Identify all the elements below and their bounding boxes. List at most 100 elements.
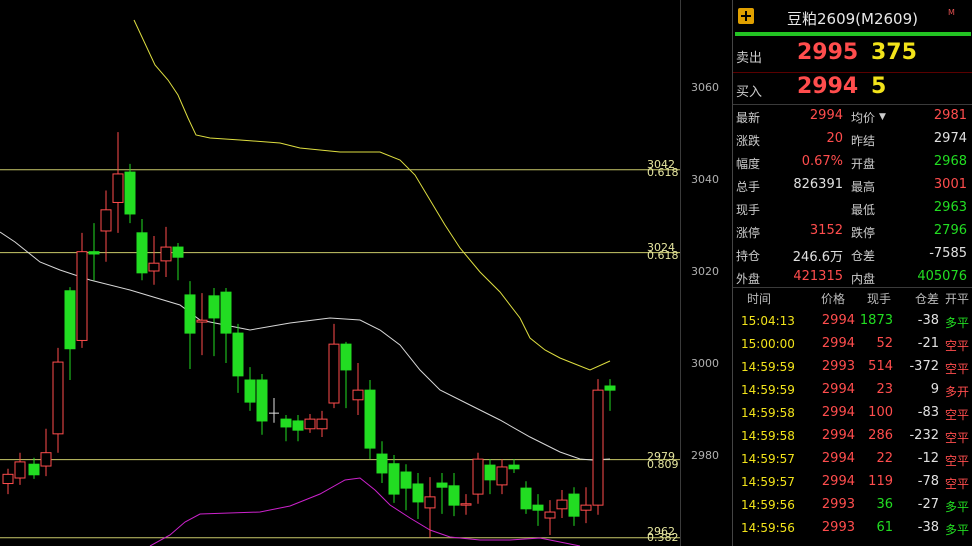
candle-up	[100, 209, 112, 232]
tick-change: -83	[917, 405, 939, 420]
ticks-header-type: 开平	[945, 292, 970, 306]
chart-canvas[interactable]: 30420.61830240.61829790.80929620.382	[0, 0, 680, 546]
ticks-header-price: 价格	[821, 292, 846, 306]
fib-ratio-label: 0.618	[647, 166, 679, 179]
buy-price[interactable]: 2994	[797, 74, 858, 99]
candle-up	[472, 458, 484, 495]
tick-time: 14:59:58	[741, 429, 795, 443]
stat-label: 持仓	[736, 249, 761, 263]
ticks-header-change: 仓差	[915, 292, 940, 306]
candle-down	[220, 291, 232, 334]
tick-row[interactable]: 14:59:59 2993 514 -372 空平	[733, 356, 972, 379]
tick-row[interactable]: 14:59:59 2994 23 9 多开	[733, 379, 972, 402]
tick-time: 15:04:13	[741, 314, 795, 328]
tick-type: 多平	[945, 523, 970, 537]
candle-down	[124, 171, 136, 215]
stat-value: 2974	[933, 131, 967, 146]
stat-value: 2981	[933, 108, 967, 123]
candle-up	[328, 343, 340, 404]
fib-ratio-label: 0.618	[647, 249, 679, 262]
tick-change: -232	[909, 428, 939, 443]
candle-down	[412, 483, 424, 503]
candle-up	[592, 389, 604, 506]
candle-up	[196, 319, 208, 323]
symbol-title: 豆粕2609(M2609)	[787, 10, 918, 28]
candle-down	[388, 463, 400, 495]
stat-label: 开盘	[851, 157, 876, 171]
axis-tick-label: 3040	[691, 173, 719, 186]
quote-panel: 豆粕2609(M2609) M 卖出 2995 375 买入 2994 5 最新…	[732, 0, 972, 546]
stat-value: 2796	[933, 223, 967, 238]
dropdown-icon[interactable]: ▼	[879, 112, 886, 122]
tick-volume: 1873	[859, 313, 893, 328]
stat-value: 2963	[933, 200, 967, 215]
tick-row[interactable]: 15:00:00 2994 52 -21 空平	[733, 333, 972, 356]
tick-volume: 100	[868, 405, 893, 420]
status-bar	[735, 32, 971, 36]
candle-down	[88, 251, 100, 255]
candle-up	[148, 262, 160, 272]
axis-tick-label: 3020	[691, 265, 719, 278]
stat-row: 外盘 421315 内盘 405076	[733, 266, 972, 289]
tick-volume: 22	[876, 451, 893, 466]
tick-type: 空平	[945, 408, 970, 422]
candle-down	[484, 464, 496, 481]
tick-price: 2994	[821, 313, 855, 328]
candle-down	[184, 294, 196, 334]
axis-tick-label: 3000	[691, 357, 719, 370]
tick-row[interactable]: 15:04:13 2994 1873 -38 多平	[733, 310, 972, 333]
stat-label: 涨跌	[736, 134, 761, 148]
candle-up	[544, 511, 556, 519]
tick-volume: 61	[876, 520, 893, 535]
tick-change: 9	[930, 382, 939, 397]
stat-value: -7585	[929, 246, 967, 261]
tick-time: 14:59:56	[741, 521, 795, 535]
tick-row[interactable]: 14:59:56 2993 36 -27 多平	[733, 494, 972, 517]
ma-line-magenta	[149, 477, 581, 546]
tick-time: 14:59:59	[741, 360, 795, 374]
tick-type: 空平	[945, 362, 970, 376]
candle-up	[160, 246, 172, 262]
tick-time: 15:00:00	[741, 337, 795, 351]
tick-time: 14:59:56	[741, 498, 795, 512]
candlestick-chart[interactable]: 3042 0.618 3024 0.618 2979 0.809 2962 0.382	[0, 0, 680, 546]
candle-up	[14, 461, 26, 479]
tick-change: -27	[917, 497, 939, 512]
stat-label: 内盘	[851, 272, 876, 286]
stat-row: 现手 最低 2963	[733, 197, 972, 220]
add-icon[interactable]	[738, 8, 754, 24]
candle-up	[556, 499, 568, 510]
sell-price[interactable]: 2995	[797, 40, 858, 65]
tick-row[interactable]: 14:59:57 2994 22 -12 空平	[733, 448, 972, 471]
sell-label: 卖出	[736, 51, 763, 66]
stat-label: 外盘	[736, 272, 761, 286]
tick-time: 14:59:59	[741, 383, 795, 397]
stat-value: 421315	[793, 269, 843, 284]
ticks-header-time: 时间	[747, 292, 772, 306]
tick-type: 空平	[945, 477, 970, 491]
price-axis: 3060 3040 3020 3000 2980	[680, 0, 731, 546]
tick-volume: 119	[868, 474, 893, 489]
stat-row: 涨跌 20 昨结 2974	[733, 128, 972, 151]
tick-row[interactable]: 14:59:56 2993 61 -38 多平	[733, 517, 972, 540]
stat-value: 20	[826, 131, 843, 146]
stat-value: 2968	[933, 154, 967, 169]
stat-label: 跌停	[851, 226, 876, 240]
ma-line-yellow	[133, 19, 611, 371]
axis-tick-label: 3060	[691, 81, 719, 94]
stat-value: 0.67%	[801, 154, 843, 169]
tick-change: -21	[917, 336, 939, 351]
tick-row[interactable]: 14:59:57 2994 119 -78 空平	[733, 471, 972, 494]
candle-down	[376, 453, 388, 474]
stat-label: 最新	[736, 111, 761, 125]
tick-row[interactable]: 14:59:58 2994 286 -232 空平	[733, 425, 972, 448]
tick-type: 空平	[945, 339, 970, 353]
candle-down	[172, 246, 184, 258]
tick-price: 2993	[821, 520, 855, 535]
candle-down	[400, 471, 412, 489]
stat-row: 最新 2994 均价 ▼ 2981	[733, 105, 972, 128]
stat-label: 最低	[851, 203, 876, 217]
tick-volume: 36	[876, 497, 893, 512]
tick-price: 2994	[821, 382, 855, 397]
tick-row[interactable]: 14:59:58 2994 100 -83 空平	[733, 402, 972, 425]
